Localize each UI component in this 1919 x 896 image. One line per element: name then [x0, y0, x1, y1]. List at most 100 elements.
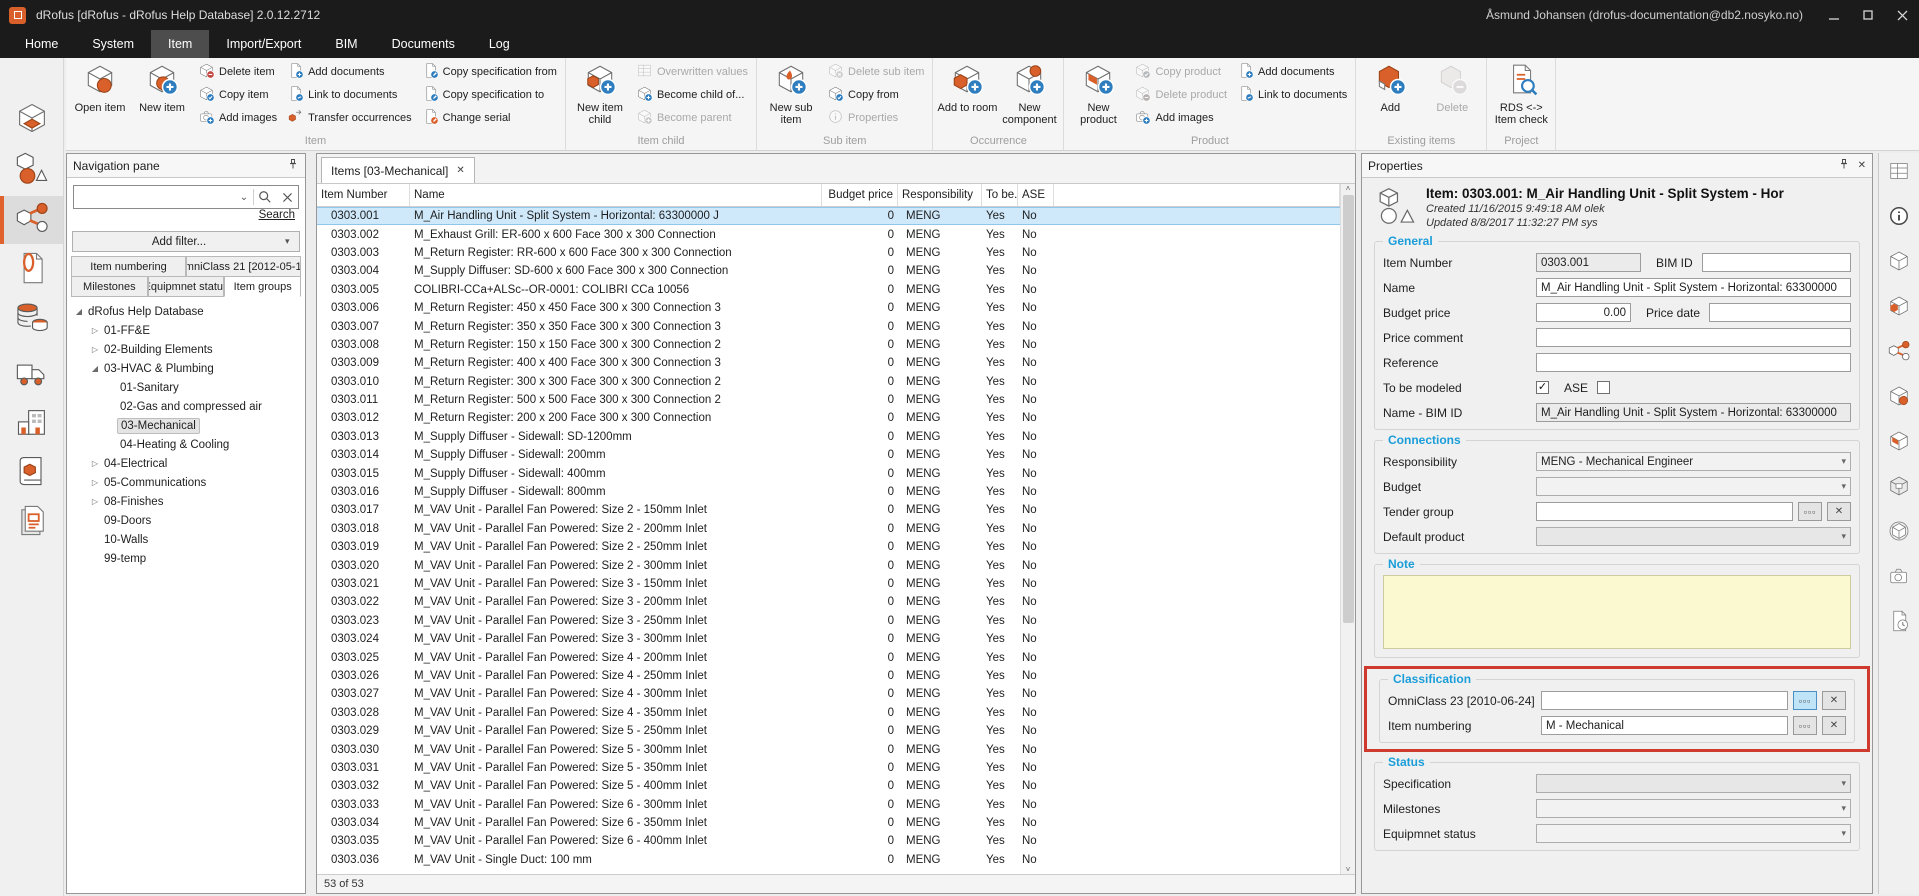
filter-tab-equipmnet-status[interactable]: Equipmnet status [148, 276, 225, 297]
rail-reports-button[interactable] [0, 499, 63, 547]
menu-tab-log[interactable]: Log [472, 30, 527, 58]
omniclass-browse-button[interactable]: ▫▫▫ [1793, 691, 1817, 710]
add-filter-dropdown-icon[interactable]: ▾ [285, 236, 299, 247]
table-row[interactable]: 0303.028M_VAV Unit - Parallel Fan Powere… [317, 704, 1340, 722]
tool-bim-objects-button[interactable] [1885, 474, 1913, 502]
tree-expanded-icon[interactable]: ◢ [89, 364, 101, 373]
name-field[interactable] [1536, 278, 1851, 297]
ribbon-button-copy-specification-from[interactable]: Copy specification from [417, 60, 562, 83]
table-row[interactable]: 0303.031M_VAV Unit - Parallel Fan Powere… [317, 759, 1340, 777]
table-row[interactable]: 0303.004M_Supply Diffuser: SD-600 x 600 … [317, 262, 1340, 280]
ribbon-button-new-sub-item[interactable]: New sub item [760, 59, 822, 129]
ribbon-button-link-to-documents[interactable]: Link to documents [1232, 83, 1352, 106]
search-link[interactable]: Search [259, 209, 295, 221]
ribbon-button-delete-sub-item[interactable]: Delete sub item [822, 60, 929, 83]
tool-occurrences-button[interactable] [1885, 384, 1913, 412]
tree-collapsed-icon[interactable]: ▷ [89, 497, 101, 506]
ribbon-button-add-images[interactable]: Add images [193, 106, 282, 129]
ribbon-button-copy-item[interactable]: Copy item [193, 83, 282, 106]
tool-item-child-button[interactable] [1885, 294, 1913, 322]
filter-tab-omniclass-21-2012-05-16[interactable]: OmniClass 21 [2012-05-16] [186, 256, 301, 277]
table-row[interactable]: 0303.026M_VAV Unit - Parallel Fan Powere… [317, 667, 1340, 685]
table-vertical-scrollbar[interactable]: ˄ ˅ [1340, 184, 1355, 874]
column-header-ase[interactable]: ASE [1018, 184, 1054, 206]
search-history-chevron-icon[interactable]: ⌄ [235, 192, 253, 203]
table-row[interactable]: 0303.024M_VAV Unit - Parallel Fan Powere… [317, 630, 1340, 648]
properties-pin-icon[interactable] [1838, 158, 1850, 173]
tree-item-03-hvac-plumbing[interactable]: ◢03-HVAC & Plumbing [67, 359, 305, 378]
close-tab-icon[interactable]: ✕ [456, 165, 464, 176]
tool-products-button[interactable] [1885, 429, 1913, 457]
item-numbering-clear-button[interactable]: ✕ [1822, 716, 1846, 735]
scroll-down-icon[interactable]: ˅ [1346, 865, 1351, 874]
tool-item-button[interactable] [1885, 249, 1913, 277]
table-row[interactable]: 0303.014M_Supply Diffuser - Sidewall: 20… [317, 446, 1340, 464]
menu-tab-documents[interactable]: Documents [375, 30, 472, 58]
column-header-budget-price[interactable]: Budget price [822, 184, 898, 206]
ribbon-button-become-child-of[interactable]: Become child of... [631, 83, 753, 106]
table-row[interactable]: 0303.036M_VAV Unit - Single Duct: 100 mm… [317, 851, 1340, 869]
tree-item-04-heating-cooling[interactable]: 04-Heating & Cooling [67, 435, 305, 454]
table-row[interactable]: 0303.034M_VAV Unit - Parallel Fan Powere… [317, 814, 1340, 832]
ribbon-button-properties[interactable]: Properties [822, 106, 929, 129]
ribbon-button-become-parent[interactable]: Become parent [631, 106, 753, 129]
tree-item-01-sanitary[interactable]: 01-Sanitary [67, 378, 305, 397]
ribbon-button-add[interactable]: Add [1359, 59, 1421, 129]
tender-group-browse-button[interactable]: ▫▫▫ [1798, 502, 1822, 521]
table-row[interactable]: 0303.015M_Supply Diffuser - Sidewall: 40… [317, 464, 1340, 482]
table-row[interactable]: 0303.001M_Air Handling Unit - Split Syst… [317, 207, 1340, 225]
table-row[interactable]: 0303.008M_Return Register: 150 x 150 Fac… [317, 336, 1340, 354]
rail-item-structure-button[interactable] [0, 196, 63, 244]
table-row[interactable]: 0303.007M_Return Register: 350 x 350 Fac… [317, 317, 1340, 335]
rail-rooms-button[interactable] [0, 96, 63, 144]
rail-building-button[interactable] [0, 401, 63, 449]
table-row[interactable]: 0303.002M_Exhaust Grill: ER-600 x 600 Fa… [317, 225, 1340, 243]
ribbon-button-copy-product[interactable]: Copy product [1129, 60, 1232, 83]
ribbon-button-open-item[interactable]: Open item [69, 59, 131, 129]
scrollbar-thumb[interactable] [1343, 195, 1354, 623]
tree-item-02-building-elements[interactable]: ▷02-Building Elements [67, 340, 305, 359]
table-row[interactable]: 0303.032M_VAV Unit - Parallel Fan Powere… [317, 777, 1340, 795]
table-row[interactable]: 0303.033M_VAV Unit - Parallel Fan Powere… [317, 796, 1340, 814]
tool-camera-button[interactable] [1885, 564, 1913, 592]
filter-tab-item-groups[interactable]: Item groups [224, 276, 301, 297]
table-row[interactable]: 0303.022M_VAV Unit - Parallel Fan Powere… [317, 593, 1340, 611]
table-row[interactable]: 0303.017M_VAV Unit - Parallel Fan Powere… [317, 501, 1340, 519]
table-row[interactable]: 0303.029M_VAV Unit - Parallel Fan Powere… [317, 722, 1340, 740]
tree-item-10-walls[interactable]: 10-Walls [67, 530, 305, 549]
table-row[interactable]: 0303.006M_Return Register: 450 x 450 Fac… [317, 299, 1340, 317]
to-be-modeled-checkbox[interactable]: ✓ [1536, 381, 1549, 394]
items-document-tab[interactable]: Items [03-Mechanical] ✕ [321, 157, 475, 183]
ribbon-button-link-to-documents[interactable]: Link to documents [282, 83, 417, 106]
menu-tab-import-export[interactable]: Import/Export [209, 30, 318, 58]
ribbon-button-add-images[interactable]: Add images [1129, 106, 1232, 129]
price-comment-field[interactable] [1536, 328, 1851, 347]
table-row[interactable]: 0303.027M_VAV Unit - Parallel Fan Powere… [317, 685, 1340, 703]
omniclass-clear-button[interactable]: ✕ [1822, 691, 1846, 710]
clear-search-icon[interactable] [276, 191, 298, 204]
tree-item-09-doors[interactable]: 09-Doors [67, 511, 305, 530]
milestones-select[interactable]: ▾ [1536, 799, 1851, 818]
tree-collapsed-icon[interactable]: ▷ [89, 345, 101, 354]
rail-finance-button[interactable] [0, 296, 63, 344]
column-header-to-be[interactable]: To be... [982, 184, 1018, 206]
add-filter-button[interactable]: Add filter... ▾ [72, 231, 300, 252]
bim-id-field[interactable] [1702, 253, 1851, 272]
table-row[interactable]: 0303.025M_VAV Unit - Parallel Fan Powere… [317, 648, 1340, 666]
specification-select[interactable]: ▾ [1536, 774, 1851, 793]
menu-tab-bim[interactable]: BIM [318, 30, 374, 58]
table-row[interactable]: 0303.035M_VAV Unit - Parallel Fan Powere… [317, 832, 1340, 850]
ribbon-button-delete-item[interactable]: Delete item [193, 60, 282, 83]
table-row[interactable]: 0303.009M_Return Register: 400 x 400 Fac… [317, 354, 1340, 372]
scroll-up-icon[interactable]: ˄ [1346, 184, 1351, 193]
column-header-item-number[interactable]: Item Number [317, 184, 410, 206]
tool-data-grid-button[interactable] [1885, 159, 1913, 187]
tool-model-viewer-button[interactable] [1885, 519, 1913, 547]
ribbon-button-rds-item-check[interactable]: RDS <-> Item check [1490, 59, 1552, 129]
ribbon-button-copy-from[interactable]: Copy from [822, 83, 929, 106]
table-row[interactable]: 0303.005COLIBRI-CCa+ALSc--OR-0001: COLIB… [317, 281, 1340, 299]
tree-expanded-icon[interactable]: ◢ [73, 307, 85, 316]
rail-attachments-button[interactable] [0, 246, 63, 294]
menu-tab-system[interactable]: System [75, 30, 151, 58]
tree-item-drofus-help-database[interactable]: ◢dRofus Help Database [67, 302, 305, 321]
